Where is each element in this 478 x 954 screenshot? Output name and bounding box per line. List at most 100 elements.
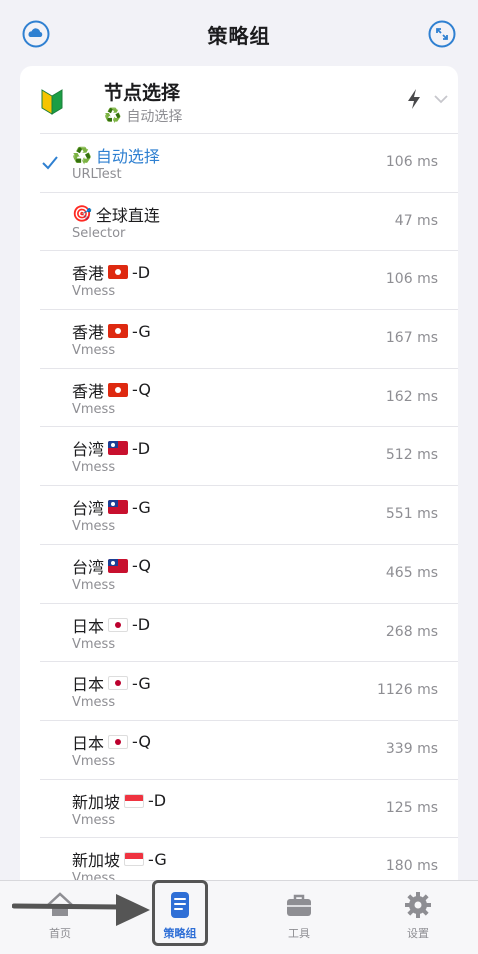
flag-hk-icon xyxy=(108,324,129,339)
page-title: 策略组 xyxy=(207,24,271,48)
proxy-row[interactable]: 新加坡 -D Vmess 125 ms xyxy=(40,780,458,839)
highlight-box xyxy=(152,880,208,946)
proxy-name: 香港 -D xyxy=(72,260,150,284)
policy-group-header[interactable]: 节点选择 ♻️ 自动选择 xyxy=(40,66,458,134)
proxy-type: Selector xyxy=(72,225,126,241)
proxy-name: 香港 -G xyxy=(72,319,151,343)
proxy-label: 自动选择 xyxy=(95,147,160,166)
proxy-row[interactable]: 台湾 -G Vmess 551 ms xyxy=(40,486,458,545)
bolt-icon[interactable] xyxy=(406,88,422,110)
proxy-type: URLTest xyxy=(72,167,122,182)
policy-group-title: 节点选择 xyxy=(104,82,181,104)
proxy-label: 香港 xyxy=(72,381,105,401)
proxy-suffix: -G xyxy=(132,673,151,693)
proxy-suffix: -Q xyxy=(132,732,151,752)
proxy-emoji-icon: 🎯 xyxy=(72,204,92,224)
tab-tools[interactable]: 工具 xyxy=(259,881,339,954)
proxy-row[interactable]: 香港 -G Vmess 167 ms xyxy=(40,310,458,369)
proxy-row[interactable]: ♻️ 自动选择 URLTest 106 ms xyxy=(40,134,458,193)
proxy-type: Vmess xyxy=(72,343,116,359)
proxy-type: Vmess xyxy=(72,695,116,711)
flag-jp-icon xyxy=(108,734,129,749)
expand-icon[interactable] xyxy=(428,20,456,48)
chevron-down-icon[interactable] xyxy=(434,94,448,104)
proxy-suffix: -D xyxy=(132,438,151,458)
proxy-name: 日本 -G xyxy=(72,671,151,695)
policy-group-card: 节点选择 ♻️ 自动选择 ♻️ 自动选择 URLTest 106 ms 🎯 全球直连 Sel… xyxy=(20,66,458,896)
flag-jp-icon xyxy=(108,617,129,632)
selected-policy-label: 自动选择 xyxy=(126,109,183,125)
proxy-name: 香港 -Q xyxy=(72,378,151,402)
flag-tw-icon xyxy=(108,500,129,515)
proxy-suffix: -D xyxy=(132,615,151,634)
proxy-row[interactable]: 香港 -D Vmess 106 ms xyxy=(40,251,458,311)
proxy-row[interactable]: 日本 -G Vmess 1126 ms xyxy=(40,662,458,721)
proxy-label: 全球直连 xyxy=(95,205,160,225)
beginner-leaf-icon xyxy=(41,89,63,115)
proxy-suffix: -G xyxy=(132,321,151,341)
flag-jp-icon xyxy=(108,676,129,691)
proxy-type: Vmess xyxy=(72,401,116,417)
proxy-label: 新加坡 xyxy=(72,851,121,871)
proxy-emoji-icon: ♻️ xyxy=(72,145,92,165)
proxy-label: 日本 xyxy=(72,733,105,753)
proxy-row[interactable]: 日本 -Q Vmess 339 ms xyxy=(40,721,458,780)
latency-value: 465 ms xyxy=(385,564,438,581)
latency-value: 125 ms xyxy=(385,799,438,816)
proxy-name: 台湾 -Q xyxy=(72,554,151,578)
latency-value: 106 ms xyxy=(385,271,438,288)
latency-value: 512 ms xyxy=(385,447,438,464)
proxy-name: 新加坡 -D xyxy=(72,789,166,813)
proxy-type: Vmess xyxy=(72,812,116,828)
tab-label: 设置 xyxy=(407,927,429,940)
checkmark-icon xyxy=(42,156,58,170)
flag-hk-icon xyxy=(108,382,129,397)
proxy-type: Vmess xyxy=(72,284,116,300)
proxy-row[interactable]: 香港 -Q Vmess 162 ms xyxy=(40,369,458,428)
latency-value: 106 ms xyxy=(385,154,438,170)
proxy-row[interactable]: 日本 -D Vmess 268 ms xyxy=(40,604,458,663)
proxy-label: 日本 xyxy=(72,675,105,695)
proxy-suffix: -Q xyxy=(132,380,151,400)
proxy-name: ♻️ 自动选择 xyxy=(72,143,160,167)
proxy-label: 香港 xyxy=(72,323,105,343)
proxy-name: 日本 -Q xyxy=(72,730,151,754)
proxy-label: 台湾 xyxy=(72,440,105,460)
proxy-row[interactable]: 台湾 -D Vmess 512 ms xyxy=(40,427,458,487)
proxy-name: 🎯 全球直连 xyxy=(72,202,160,226)
proxy-row[interactable]: 🎯 全球直连 Selector 47 ms xyxy=(40,193,458,252)
flag-tw-icon xyxy=(108,441,129,456)
latency-value: 167 ms xyxy=(385,330,438,347)
proxy-type: Vmess xyxy=(72,460,116,476)
latency-value: 162 ms xyxy=(385,388,438,405)
toolbox-icon xyxy=(287,894,311,916)
tab-settings[interactable]: 设置 xyxy=(378,881,458,954)
proxy-suffix: -Q xyxy=(132,556,151,576)
proxy-suffix: -D xyxy=(148,791,167,811)
proxy-label: 香港 xyxy=(72,264,105,284)
proxy-label: 日本 xyxy=(72,616,105,636)
latency-value: 339 ms xyxy=(385,740,438,757)
proxy-label: 台湾 xyxy=(72,557,105,577)
latency-value: 47 ms xyxy=(394,212,438,229)
proxy-name: 日本 -D xyxy=(72,613,150,637)
proxy-row[interactable]: 台湾 -Q Vmess 465 ms xyxy=(40,545,458,604)
tab-label: 工具 xyxy=(288,927,310,940)
policy-group-subtitle: ♻️ 自动选择 xyxy=(104,106,182,126)
flag-hk-icon xyxy=(108,265,129,280)
proxy-name: 台湾 -D xyxy=(72,436,150,460)
latency-value: 1126 ms xyxy=(376,682,438,699)
latency-value: 180 ms xyxy=(385,858,438,875)
latency-value: 551 ms xyxy=(385,506,438,523)
navigation-bar: 策略组 xyxy=(0,0,478,66)
proxy-suffix: -D xyxy=(132,262,151,282)
gear-icon xyxy=(405,892,431,918)
proxy-type: Vmess xyxy=(72,753,116,769)
proxy-list: ♻️ 自动选择 URLTest 106 ms 🎯 全球直连 Selector 47 ms 香港 -… xyxy=(20,134,458,896)
proxy-type: Vmess xyxy=(72,636,116,652)
proxy-label: 新加坡 xyxy=(72,792,121,812)
recycle-icon: ♻️ xyxy=(104,108,122,124)
latency-value: 268 ms xyxy=(385,623,438,640)
flag-tw-icon xyxy=(108,558,129,573)
flag-sg-icon xyxy=(124,852,145,867)
